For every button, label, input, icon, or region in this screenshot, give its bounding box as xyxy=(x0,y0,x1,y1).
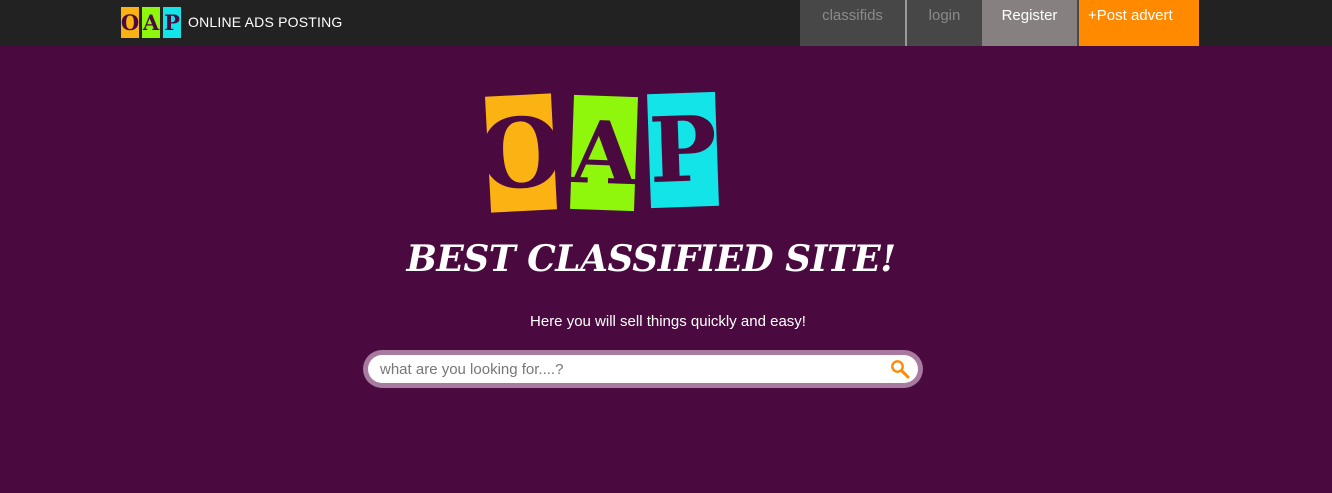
nav-login-link[interactable]: login xyxy=(907,0,982,46)
brand-title: ONLINE ADS POSTING xyxy=(188,14,343,30)
search-field-wrapper xyxy=(368,355,918,383)
logo-tile-p: P xyxy=(163,6,181,38)
logo-tile-a: A xyxy=(142,6,160,38)
hero-logo: O A P xyxy=(476,91,726,214)
logo-tile-o: O xyxy=(121,6,139,38)
nav-menu: classifids login Register +Post advert xyxy=(800,0,1199,46)
search-icon[interactable] xyxy=(890,359,910,379)
nav-classifieds-link[interactable]: classifids xyxy=(800,0,905,46)
nav-register-link[interactable]: Register xyxy=(982,0,1077,46)
brand-logo: O A P xyxy=(121,6,181,38)
brand-link[interactable]: O A P ONLINE ADS POSTING xyxy=(121,5,343,39)
hero-logo-tile-a: A xyxy=(569,94,639,212)
hero-headline: BEST CLASSIFIED SITE! xyxy=(406,238,896,280)
top-navbar: O A P ONLINE ADS POSTING classifids logi… xyxy=(0,0,1332,46)
hero-logo-tile-p: P xyxy=(647,91,719,209)
search-bar xyxy=(363,350,923,388)
post-advert-button[interactable]: +Post advert xyxy=(1079,0,1199,46)
search-input[interactable] xyxy=(368,355,868,383)
hero-logo-tile-o: O xyxy=(476,93,566,213)
hero-subline: Here you will sell things quickly and ea… xyxy=(530,313,806,330)
